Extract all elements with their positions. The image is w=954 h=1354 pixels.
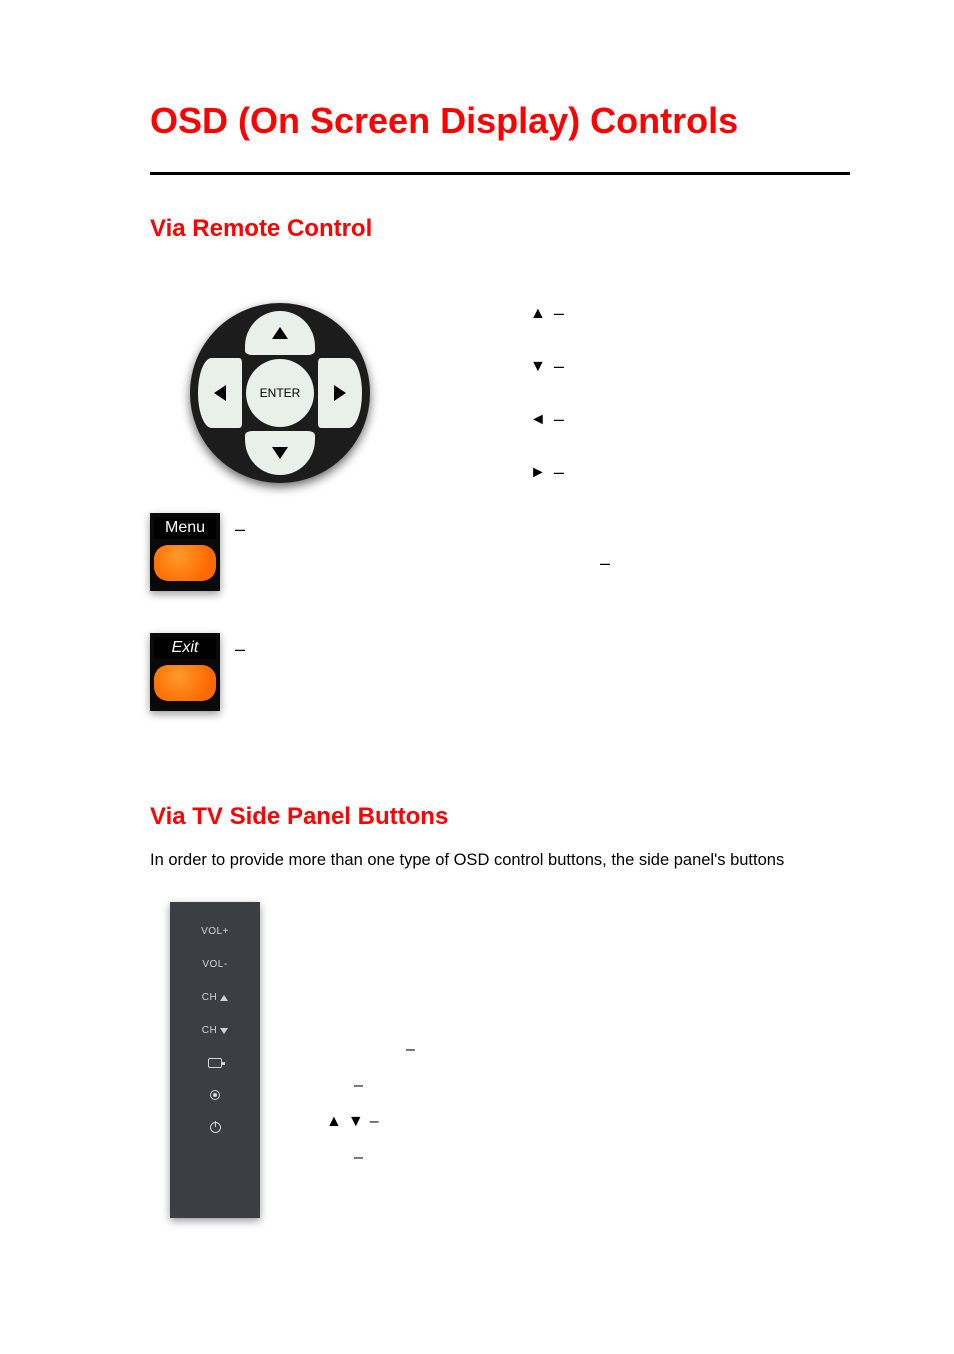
dash: – bbox=[370, 1104, 379, 1140]
legend-left: ◄ – bbox=[530, 409, 730, 430]
triangle-up-icon bbox=[220, 995, 228, 1001]
remote-control-diagram: ENTER ▲ – ▼ – ◄ – ► – – Menu – Exit bbox=[150, 303, 854, 783]
dash: – bbox=[235, 639, 245, 660]
dash: – bbox=[554, 303, 564, 324]
record-icon bbox=[210, 1090, 220, 1100]
legend-right: ► – bbox=[530, 462, 730, 483]
triangle-right-icon: ► bbox=[530, 464, 546, 482]
panel-description: In order to provide more than one type o… bbox=[150, 849, 850, 872]
dash: – bbox=[554, 409, 564, 430]
dash: – bbox=[554, 356, 564, 377]
triangle-down-icon: ▼ bbox=[348, 1104, 364, 1140]
menu-button-image: Menu bbox=[150, 513, 220, 591]
legend-down: ▼ – bbox=[530, 356, 730, 377]
exit-label: Exit bbox=[154, 637, 216, 659]
dash: – bbox=[354, 1068, 363, 1104]
dash: – bbox=[600, 553, 610, 574]
triangle-right-icon bbox=[334, 385, 346, 401]
dash: – bbox=[554, 462, 564, 483]
arrow-legend: ▲ – ▼ – ◄ – ► – bbox=[530, 303, 730, 515]
dpad-left-button bbox=[198, 358, 242, 428]
exit-button-image: Exit bbox=[150, 633, 220, 711]
input-icon bbox=[208, 1058, 222, 1068]
section-panel-heading: Via TV Side Panel Buttons bbox=[150, 803, 854, 831]
triangle-left-icon bbox=[214, 385, 226, 401]
menu-orange-button bbox=[154, 545, 216, 581]
triangle-up-icon: ▲ bbox=[326, 1104, 342, 1140]
dash: – bbox=[406, 1032, 415, 1068]
dash: – bbox=[235, 519, 245, 540]
dpad-right-button bbox=[318, 358, 362, 428]
dpad: ENTER bbox=[190, 303, 370, 483]
vol-up-label: VOL+ bbox=[201, 926, 229, 937]
page-title: OSD (On Screen Display) Controls bbox=[150, 100, 854, 142]
dash: – bbox=[354, 1140, 363, 1176]
side-panel-diagram: VOL+ VOL- CH CH – – ▲ ▼ – – bbox=[150, 902, 854, 1282]
section-remote-heading: Via Remote Control bbox=[150, 215, 854, 243]
triangle-down-icon bbox=[220, 1028, 228, 1034]
divider bbox=[150, 172, 850, 175]
vol-down-label: VOL- bbox=[202, 959, 227, 970]
legend-up: ▲ – bbox=[530, 303, 730, 324]
triangle-up-icon: ▲ bbox=[530, 305, 546, 323]
exit-orange-button bbox=[154, 665, 216, 701]
triangle-down-icon bbox=[272, 447, 288, 459]
ch-up-label: CH bbox=[202, 992, 228, 1003]
triangle-up-icon bbox=[272, 327, 288, 339]
triangle-left-icon: ◄ bbox=[530, 411, 546, 429]
menu-label: Menu bbox=[154, 517, 216, 539]
dpad-enter-button: ENTER bbox=[246, 359, 314, 427]
ch-down-label: CH bbox=[202, 1025, 228, 1036]
panel-legend: – – ▲ ▼ – – bbox=[280, 1032, 415, 1176]
tv-side-panel: VOL+ VOL- CH CH bbox=[170, 902, 260, 1218]
power-icon bbox=[210, 1122, 221, 1133]
triangle-down-icon: ▼ bbox=[530, 358, 546, 376]
